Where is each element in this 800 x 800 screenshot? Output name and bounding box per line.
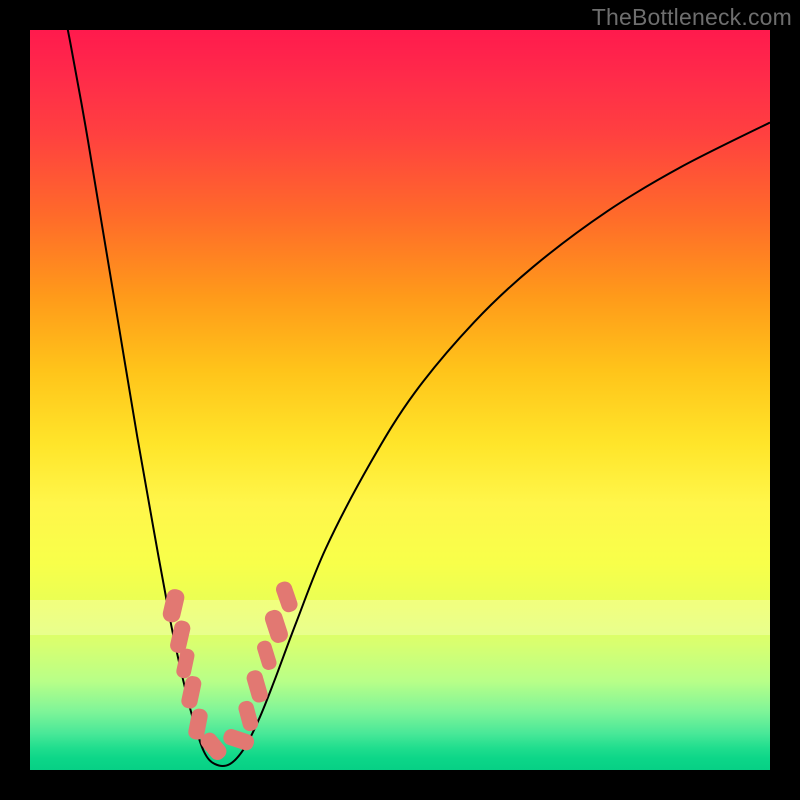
bead-marker xyxy=(237,699,260,732)
bead-marker xyxy=(255,639,278,672)
watermark-text: TheBottleneck.com xyxy=(592,4,792,31)
bead-marker xyxy=(263,608,290,645)
chart-stage: TheBottleneck.com xyxy=(0,0,800,800)
bead-marker xyxy=(274,579,300,614)
curve-layer xyxy=(30,30,770,770)
bead-marker xyxy=(245,668,270,704)
plot-area xyxy=(30,30,770,770)
bottleneck-curve xyxy=(62,30,770,766)
